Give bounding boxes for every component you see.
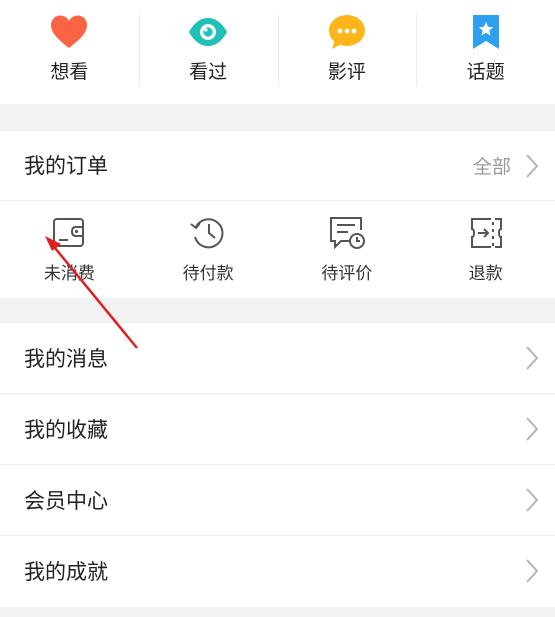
chevron-right-icon: [526, 154, 539, 178]
menu-item-messages[interactable]: 我的消息: [0, 323, 555, 394]
chevron-right-icon: [526, 559, 539, 583]
my-orders-row[interactable]: 我的订单 全部: [0, 130, 555, 200]
refund-icon: [467, 215, 505, 251]
comment-icon: [327, 13, 367, 51]
account-menu: 我的消息 我的收藏 会员中心 我的成就: [0, 322, 555, 607]
order-label: 待评价: [321, 264, 373, 284]
wallet-icon: [50, 215, 88, 251]
chevron-right-icon: [526, 417, 539, 441]
nav-label: 话题: [466, 61, 505, 83]
menu-item-label: 我的收藏: [24, 418, 108, 442]
menu-item-achievements[interactable]: 我的成就: [0, 536, 555, 607]
chevron-right-icon: [526, 346, 539, 370]
order-status-bar: 未消费 待付款 待评价 退款: [0, 200, 555, 298]
nav-reviews[interactable]: 影评: [277, 0, 417, 104]
nav-label: 想看: [50, 61, 89, 83]
my-orders-title: 我的订单: [24, 154, 108, 178]
nav-watched[interactable]: 看过: [138, 0, 278, 104]
menu-item-label: 我的成就: [24, 560, 108, 584]
order-pending-review[interactable]: 待评价: [278, 201, 417, 298]
menu-item-membership[interactable]: 会员中心: [0, 465, 555, 536]
nav-topics[interactable]: 话题: [416, 0, 555, 104]
view-all-orders-link[interactable]: 全部: [473, 155, 511, 179]
order-pending-payment[interactable]: 待付款: [139, 201, 278, 298]
review-clock-icon: [328, 215, 366, 251]
nav-want-to-watch[interactable]: 想看: [0, 0, 139, 104]
order-unused[interactable]: 未消费: [0, 201, 139, 298]
bookmark-star-icon: [466, 13, 506, 51]
history-clock-icon: [189, 215, 227, 251]
order-label: 待付款: [182, 264, 234, 284]
menu-item-favorites[interactable]: 我的收藏: [0, 394, 555, 465]
menu-item-label: 我的消息: [24, 347, 108, 371]
top-nav: 想看 看过 影评 话题: [0, 0, 555, 104]
order-label: 退款: [468, 264, 503, 284]
menu-item-label: 会员中心: [24, 489, 108, 513]
heart-icon: [49, 13, 89, 51]
eye-icon: [188, 13, 228, 51]
nav-label: 看过: [189, 61, 228, 83]
order-refund[interactable]: 退款: [416, 201, 555, 298]
nav-label: 影评: [327, 61, 366, 83]
chevron-right-icon: [526, 488, 539, 512]
order-label: 未消费: [43, 264, 95, 284]
